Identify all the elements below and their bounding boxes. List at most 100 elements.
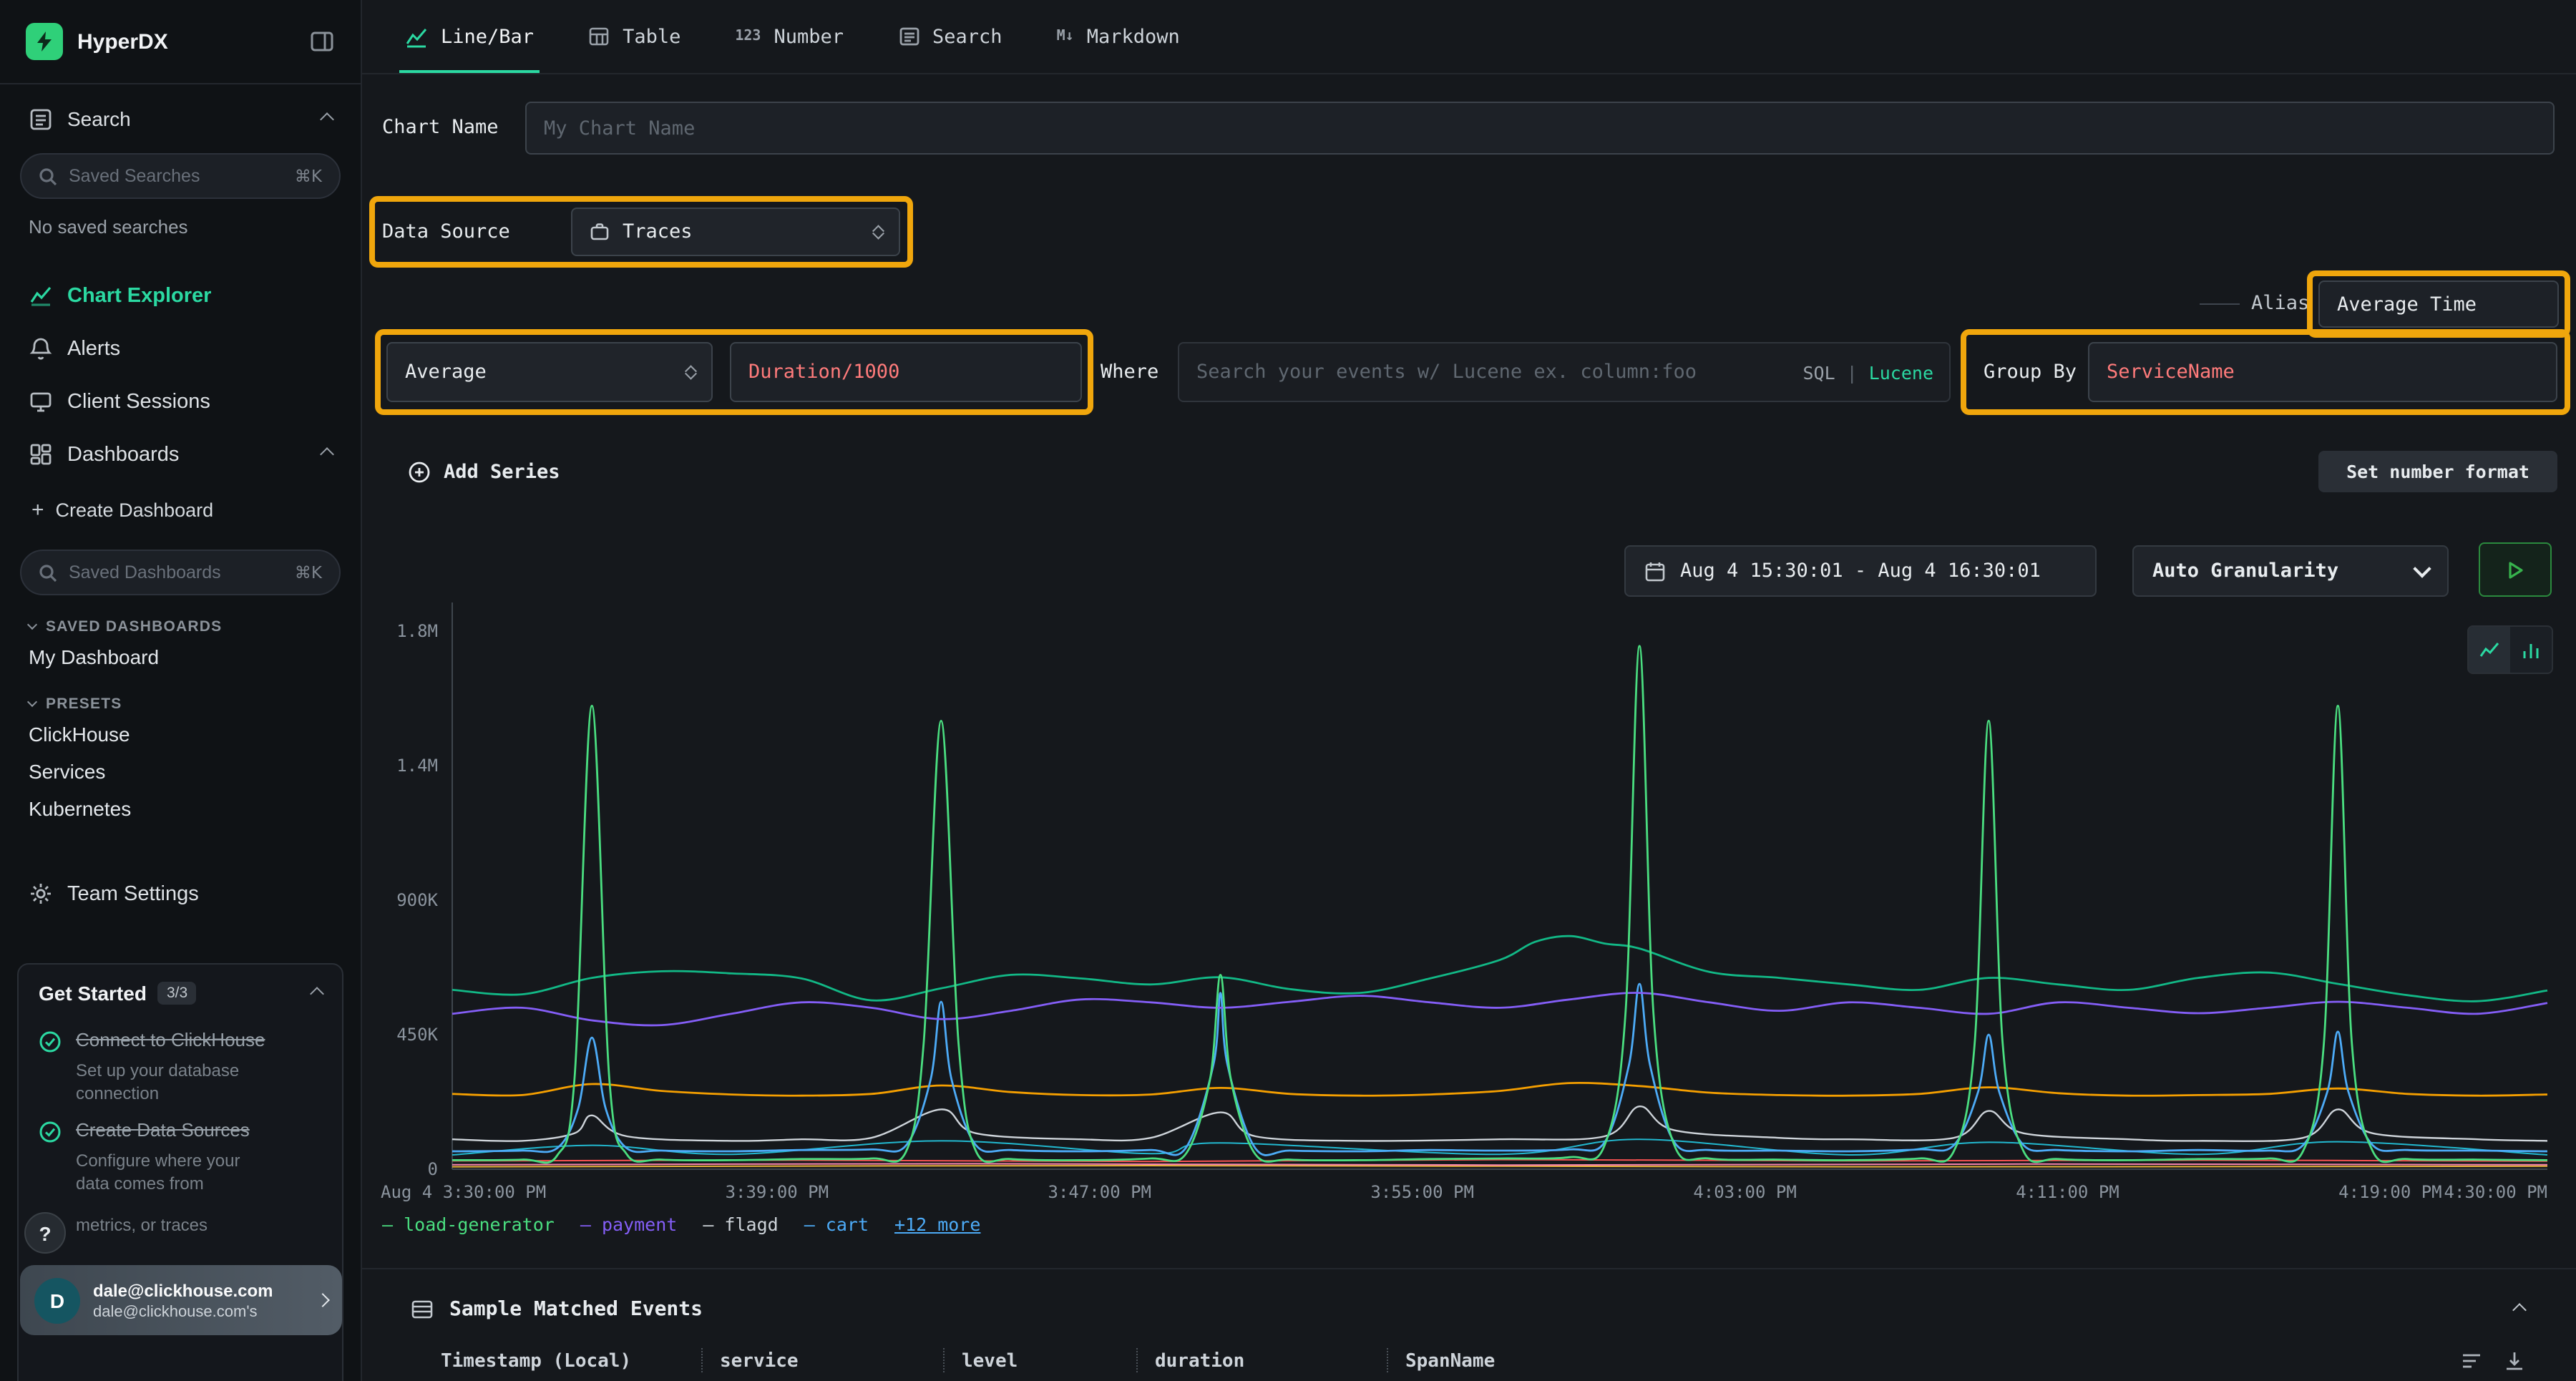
preset-services[interactable]: Services — [0, 750, 361, 787]
main-content: Line/Bar Table 123 Number Search M↓ Mark… — [362, 0, 2576, 1381]
sidebar-collapse-icon[interactable] — [309, 29, 335, 54]
create-dashboard-button[interactable]: + Create Dashboard — [0, 489, 361, 530]
presets-header[interactable]: PRESETS — [0, 673, 361, 713]
data-source-select[interactable]: Traces — [571, 208, 900, 256]
download-icon[interactable] — [2503, 1350, 2526, 1378]
svg-text:1.8M: 1.8M — [396, 621, 438, 641]
tab-markdown[interactable]: M↓ Markdown — [1057, 0, 1180, 73]
get-started-item-subtitle: Set up your database connection — [76, 1058, 270, 1106]
data-source-label: Data Source — [382, 208, 510, 256]
sample-events-title: Sample Matched Events — [449, 1298, 703, 1321]
chevron-up-icon[interactable] — [2512, 1302, 2527, 1317]
events-table-icon — [411, 1298, 434, 1321]
avatar: D — [34, 1277, 80, 1323]
column-settings-icon[interactable] — [2460, 1350, 2483, 1378]
lucene-toggle[interactable]: Lucene — [1869, 361, 1933, 383]
svg-text:1.4M: 1.4M — [396, 756, 438, 776]
user-email-possessive: dale@clickhouse.com's — [93, 1303, 308, 1320]
check-circle-icon — [39, 1121, 62, 1143]
column-header[interactable]: duration — [1155, 1351, 1244, 1372]
aggregation-operator-value: Average — [405, 361, 487, 384]
column-header[interactable]: Timestamp (Local) — [441, 1351, 631, 1372]
sample-events-header[interactable]: Sample Matched Events — [362, 1285, 2576, 1334]
divider — [0, 83, 361, 84]
tab-line-bar[interactable]: Line/Bar — [405, 0, 534, 73]
get-started-item[interactable]: Connect to ClickHouse Set up your databa… — [19, 1016, 342, 1106]
sidebar-item-alerts[interactable]: Alerts — [0, 322, 361, 375]
chevron-up-icon — [320, 447, 334, 462]
column-header[interactable]: level — [962, 1351, 1018, 1372]
group-by-label: Group By — [1984, 342, 2077, 402]
column-header[interactable]: service — [720, 1351, 799, 1372]
tab-search[interactable]: Search — [898, 0, 1002, 73]
legend-item[interactable]: — load-generator — [382, 1214, 555, 1235]
app-title: HyperDX — [77, 29, 168, 54]
create-dashboard-label: Create Dashboard — [56, 499, 214, 520]
sidebar-section-search[interactable]: Search — [0, 90, 361, 147]
saved-dashboards-input[interactable]: Saved Dashboards ⌘K — [20, 550, 341, 595]
group-by-input[interactable] — [2088, 342, 2557, 402]
column-header[interactable]: SpanName — [1405, 1351, 1495, 1372]
svg-text:Aug 4 3:30:00 PM: Aug 4 3:30:00 PM — [381, 1182, 546, 1202]
get-started-item-subtitle: Configure where your data comes from — [76, 1148, 270, 1196]
get-started-item-tail: metrics, or traces — [76, 1214, 270, 1239]
saved-dashboards-header[interactable]: SAVED DASHBOARDS — [0, 595, 361, 635]
select-chevrons-icon — [686, 367, 694, 377]
sidebar-item-team-settings[interactable]: Team Settings — [0, 867, 361, 920]
sidebar-item-dashboards[interactable]: Dashboards — [0, 428, 361, 481]
sql-toggle[interactable]: SQL — [1802, 361, 1835, 383]
briefcase-icon — [590, 222, 610, 242]
add-series-button[interactable]: Add Series — [408, 455, 560, 489]
table-icon — [588, 26, 610, 47]
preset-clickhouse[interactable]: ClickHouse — [0, 713, 361, 750]
svg-text:3:47:00 PM: 3:47:00 PM — [1048, 1182, 1152, 1202]
svg-text:3:39:00 PM: 3:39:00 PM — [726, 1182, 829, 1202]
column-separator[interactable] — [701, 1348, 703, 1372]
where-label: Where — [1101, 342, 1158, 402]
chart-name-input[interactable] — [525, 102, 2555, 155]
column-separator[interactable] — [943, 1348, 945, 1372]
app-window: HyperDX Search Saved Searches ⌘K No save… — [0, 0, 2576, 1381]
legend-more-link[interactable]: +12 more — [894, 1214, 980, 1235]
aggregation-field-input[interactable] — [730, 342, 1082, 402]
alias-dash — [2200, 303, 2240, 305]
saved-searches-placeholder: Saved Searches — [69, 166, 200, 186]
sidebar-item-client-sessions[interactable]: Client Sessions — [0, 375, 361, 428]
chevron-up-icon[interactable] — [310, 986, 324, 1000]
sidebar-header: HyperDX — [0, 0, 361, 83]
aggregation-operator-select[interactable]: Average — [386, 342, 713, 402]
chart-type-tabbar: Line/Bar Table 123 Number Search M↓ Mark… — [362, 0, 2576, 74]
select-chevrons-icon — [874, 227, 882, 237]
alias-input[interactable] — [2318, 280, 2559, 328]
sidebar-item-chart-explorer[interactable]: Chart Explorer — [0, 269, 361, 322]
search-icon — [39, 167, 57, 185]
set-number-format-button[interactable]: Set number format — [2318, 451, 2557, 492]
get-started-progress-badge: 3/3 — [158, 982, 196, 1005]
tab-number[interactable]: 123 Number — [735, 0, 844, 73]
tab-table[interactable]: Table — [588, 0, 680, 73]
svg-text:450K: 450K — [396, 1025, 438, 1045]
data-source-value: Traces — [623, 220, 693, 243]
legend-item[interactable]: — cart — [804, 1214, 869, 1235]
svg-text:0: 0 — [428, 1159, 438, 1179]
get-started-item-title: Create Data Sources — [76, 1118, 270, 1143]
list-icon — [898, 26, 919, 47]
chart-legend: — load-generator — payment — flagd — cart +… — [382, 1214, 980, 1235]
where-input-wrap: SQL | Lucene — [1178, 342, 1951, 402]
column-separator[interactable] — [1387, 1348, 1388, 1372]
timeseries-chart: 0450K900K1.4M1.8MAug 4 3:30:00 PM3:39:00… — [362, 558, 2576, 1209]
get-started-item[interactable]: Create Data Sources Configure where your… — [19, 1106, 342, 1196]
get-started-item[interactable]: metrics, or traces — [19, 1197, 342, 1239]
number-123-icon: 123 — [735, 29, 761, 44]
legend-item[interactable]: — flagd — [703, 1214, 778, 1235]
svg-text:3:55:00 PM: 3:55:00 PM — [1370, 1182, 1474, 1202]
legend-item[interactable]: — payment — [580, 1214, 677, 1235]
saved-searches-input[interactable]: Saved Searches ⌘K — [20, 153, 341, 199]
search-section-label: Search — [67, 107, 131, 130]
column-separator[interactable] — [1136, 1348, 1138, 1372]
user-menu[interactable]: D dale@clickhouse.com dale@clickhouse.co… — [20, 1265, 342, 1335]
sidebar-item-my-dashboard[interactable]: My Dashboard — [0, 635, 361, 673]
preset-kubernetes[interactable]: Kubernetes — [0, 787, 361, 824]
help-button[interactable]: ? — [24, 1212, 66, 1254]
svg-text:4:11:00 PM: 4:11:00 PM — [2016, 1182, 2119, 1202]
